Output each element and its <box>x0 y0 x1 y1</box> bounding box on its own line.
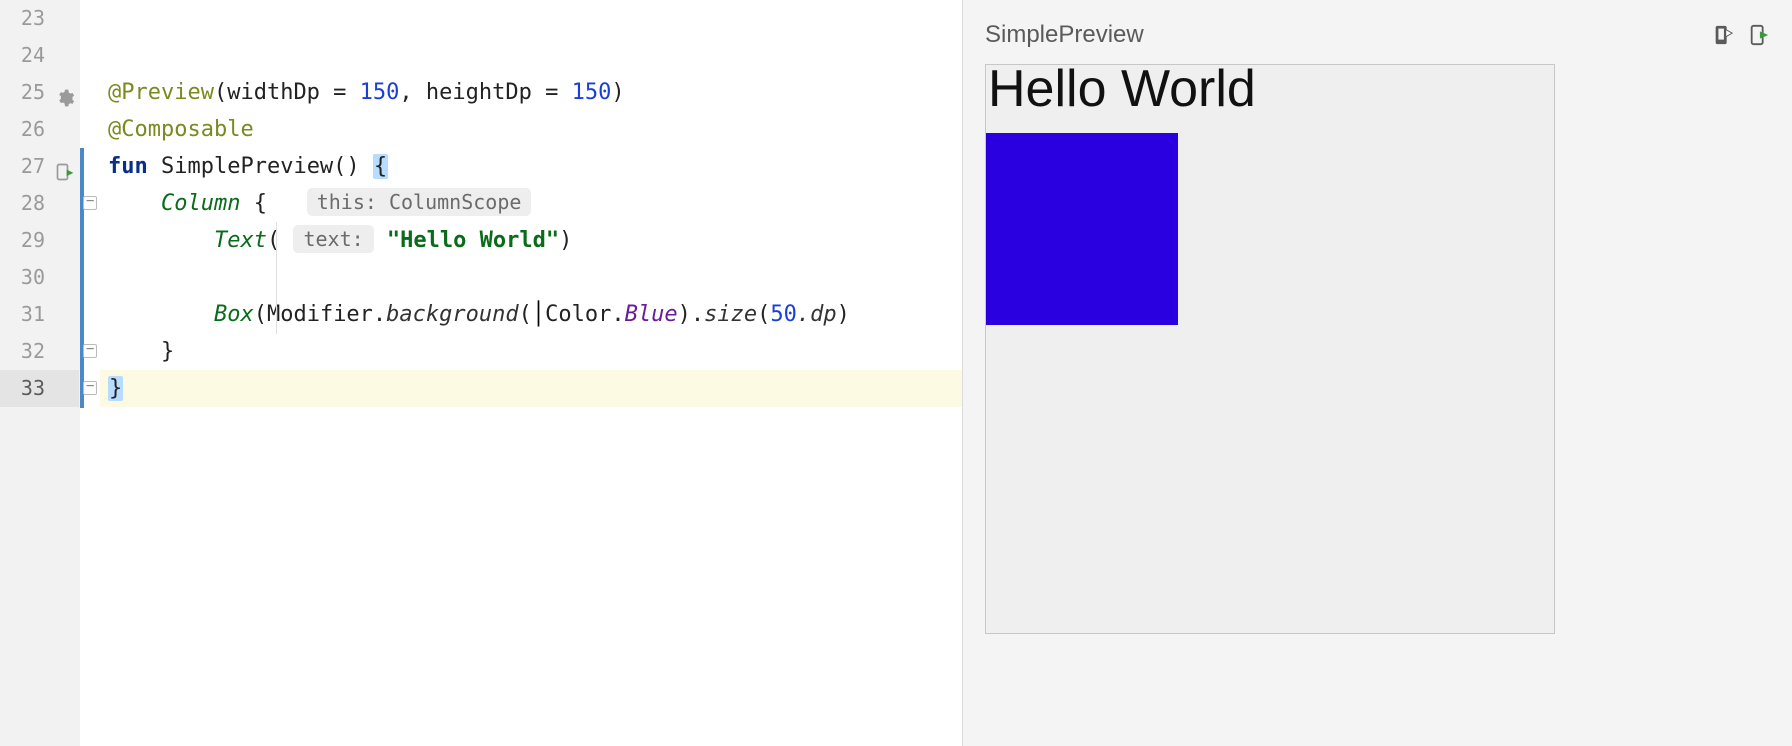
ide-root: 23 24 25 26 27 28 29 30 31 32 33 <box>0 0 1792 746</box>
property-token: .dp <box>797 302 837 327</box>
ident-token: Color. <box>545 302 624 327</box>
preview-toolbar <box>1712 24 1770 46</box>
paren-token: (widthDp = <box>214 80 360 105</box>
method-token: background <box>386 302 518 327</box>
line-number[interactable]: 27 <box>0 148 79 185</box>
code-line[interactable] <box>100 37 962 74</box>
line-number[interactable]: 23 <box>0 0 79 37</box>
ident-token: SimplePreview() <box>148 154 373 179</box>
line-number[interactable]: 25 <box>0 74 79 111</box>
brace-token: } <box>108 376 123 401</box>
gear-icon[interactable] <box>55 83 75 103</box>
line-number-text: 23 <box>21 6 45 30</box>
brace-token: { <box>373 154 388 179</box>
keyword-token: fun <box>108 154 148 179</box>
code-line[interactable] <box>100 259 962 296</box>
fold-gutter[interactable] <box>80 0 100 746</box>
run-gutter-icon[interactable] <box>55 157 75 177</box>
line-number[interactable]: 26 <box>0 111 79 148</box>
code-editor-pane: 23 24 25 26 27 28 29 30 31 32 33 <box>0 0 962 746</box>
line-number[interactable]: 28 <box>0 185 79 222</box>
call-token: Column <box>161 191 240 216</box>
method-token: size <box>704 302 757 327</box>
code-line[interactable]: @Preview(widthDp = 150, heightDp = 150) <box>100 74 962 111</box>
paren-token: ) <box>559 228 572 253</box>
code-area[interactable]: @Preview(widthDp = 150, heightDp = 150) … <box>100 0 962 746</box>
code-line[interactable]: } <box>100 333 962 370</box>
preview-canvas[interactable]: Hello World <box>985 64 1555 634</box>
compose-preview-pane: SimplePreview Hello World <box>962 0 1792 746</box>
fold-toggle-icon[interactable] <box>83 344 97 358</box>
text-caret: │ <box>532 296 545 333</box>
inlay-hint: this: ColumnScope <box>307 188 532 216</box>
code-line[interactable] <box>100 0 962 37</box>
number-token: 150 <box>360 80 400 105</box>
paren-token: ). <box>678 302 705 327</box>
code-line[interactable]: @Composable <box>100 111 962 148</box>
change-marker <box>80 148 84 408</box>
property-token: Blue <box>625 302 678 327</box>
line-number[interactable]: 32 <box>0 333 79 370</box>
preview-text-hello: Hello World <box>986 59 1256 119</box>
code-line[interactable]: fun SimplePreview() { <box>100 148 962 185</box>
comma-token: , heightDp = <box>399 80 571 105</box>
brace-token: { <box>240 191 267 216</box>
fold-toggle-icon[interactable] <box>83 196 97 210</box>
number-token: 50 <box>770 302 797 327</box>
fold-toggle-icon[interactable] <box>83 381 97 395</box>
indent-guide <box>276 222 277 334</box>
number-token: 150 <box>572 80 612 105</box>
code-line[interactable]: Column { this: ColumnScope <box>100 185 962 222</box>
paren-token: ) <box>837 302 850 327</box>
code-line[interactable]: Text( text: "Hello World") <box>100 222 962 259</box>
paren-token: ) <box>611 80 624 105</box>
call-token: Box <box>214 302 254 327</box>
line-number[interactable]: 24 <box>0 37 79 74</box>
line-number-text: 33 <box>21 376 45 400</box>
line-number[interactable]: 33 <box>0 370 79 407</box>
inlay-hint: text: <box>293 225 373 253</box>
paren-token: ( <box>267 228 280 253</box>
brace-token: } <box>161 339 174 364</box>
annotation-token: @Preview <box>108 80 214 105</box>
preview-header: SimplePreview <box>985 18 1770 52</box>
call-token: Text <box>214 228 267 253</box>
annotation-token: @Composable <box>108 117 254 142</box>
preview-blue-box <box>986 133 1178 325</box>
preview-title: SimplePreview <box>985 21 1144 49</box>
deploy-preview-icon[interactable] <box>1748 24 1770 46</box>
paren-token: ( <box>757 302 770 327</box>
line-number-gutter[interactable]: 23 24 25 26 27 28 29 30 31 32 33 <box>0 0 80 746</box>
string-token: "Hello World" <box>387 228 559 253</box>
line-number[interactable]: 30 <box>0 259 79 296</box>
paren-token: ( <box>519 302 532 327</box>
ident-token: (Modifier. <box>254 302 386 327</box>
line-number[interactable]: 31 <box>0 296 79 333</box>
interactive-preview-icon[interactable] <box>1712 24 1734 46</box>
code-line[interactable]: Box(Modifier.background(│Color.Blue).siz… <box>100 296 962 333</box>
code-line-current[interactable]: } <box>100 370 962 407</box>
line-number[interactable]: 29 <box>0 222 79 259</box>
